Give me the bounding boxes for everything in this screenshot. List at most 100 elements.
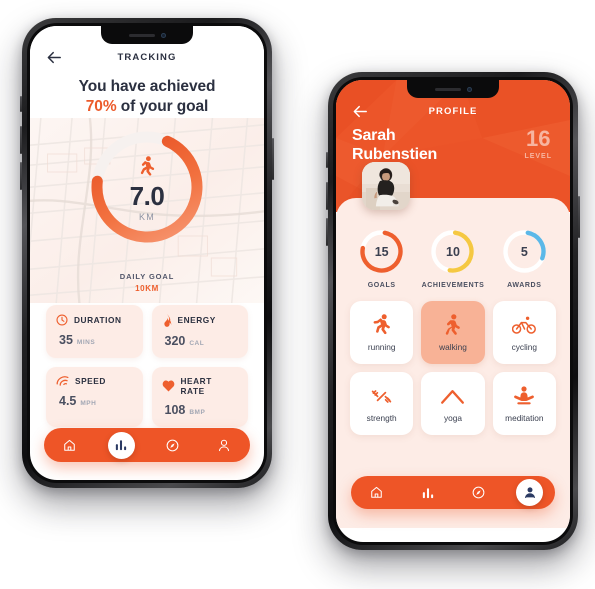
phone-bezel: PROFILE Sarah Rubenstien 16 LEVEL 15 GOA… bbox=[333, 77, 573, 545]
stat-unit: MPH bbox=[80, 399, 97, 407]
tab-profile[interactable] bbox=[516, 479, 543, 506]
activity-tile-cycling[interactable]: cycling bbox=[492, 301, 556, 364]
stat-body: 4.5 MPH bbox=[56, 394, 133, 408]
user-last-name: Rubenstien bbox=[352, 145, 438, 163]
goal-percent: 70% bbox=[85, 98, 117, 116]
activity-tile-running[interactable]: running bbox=[350, 301, 414, 364]
stat-head: SPEED bbox=[56, 376, 133, 387]
stat-body: 108 BMP bbox=[162, 403, 239, 417]
stat-label: SPEED bbox=[75, 376, 106, 387]
tab-stats[interactable] bbox=[414, 479, 441, 506]
profile-body: 15 GOALS 10 ACHIEVEMENTS 5 AWARDS runnin… bbox=[336, 162, 570, 528]
stat-body: 35 MINS bbox=[56, 333, 133, 347]
walking-person-icon bbox=[139, 156, 156, 182]
earpiece-speaker bbox=[434, 87, 461, 91]
ring-awards: 5 bbox=[501, 228, 548, 275]
running-icon bbox=[372, 313, 391, 337]
stat-card-speed[interactable]: SPEED 4.5 MPH bbox=[46, 366, 143, 427]
headline: You have achieved 70% of your goal bbox=[46, 77, 248, 118]
stat-card-energy[interactable]: ENERGY 320 CAL bbox=[151, 304, 248, 358]
stat-unit: CAL bbox=[189, 339, 205, 347]
stats-grid: DURATION 35 MINS ENERGY 320 CAL SPEED 4.… bbox=[30, 304, 264, 427]
volume-down-button[interactable] bbox=[326, 218, 328, 246]
daily-goal: DAILY GOAL 10KM bbox=[30, 272, 264, 293]
daily-goal-value: 10KM bbox=[135, 283, 159, 293]
ring-label: ACHIEVEMENTS bbox=[421, 282, 485, 289]
bottom-tabbar bbox=[351, 476, 555, 509]
device-notch bbox=[407, 80, 499, 98]
tab-stats[interactable] bbox=[107, 431, 135, 459]
power-button[interactable] bbox=[578, 196, 580, 238]
stat-value: 4.5 bbox=[59, 393, 77, 408]
activity-label: walking bbox=[439, 342, 467, 352]
tracking-screen: TRACKING You have achieved 70% of your g… bbox=[30, 26, 264, 480]
ring-label: AWARDS bbox=[507, 282, 542, 289]
mute-switch[interactable] bbox=[20, 96, 22, 112]
ring-stat-achievements[interactable]: 10 ACHIEVEMENTS bbox=[420, 228, 486, 289]
stat-head: DURATION bbox=[56, 314, 133, 326]
phone-tracking: TRACKING You have achieved 70% of your g… bbox=[20, 18, 274, 488]
ring-label: GOALS bbox=[367, 282, 396, 289]
activity-tile-yoga[interactable]: yoga bbox=[421, 372, 485, 435]
walking-icon bbox=[444, 313, 462, 337]
stat-card-heart-rate[interactable]: HEART RATE 108 BMP bbox=[151, 366, 248, 427]
avatar-image bbox=[362, 162, 410, 210]
ring-value: 15 bbox=[374, 244, 389, 259]
activity-label: yoga bbox=[443, 413, 462, 423]
ring-center: 7.0 KM bbox=[86, 126, 208, 248]
ring-stat-awards[interactable]: 5 AWARDS bbox=[491, 228, 557, 289]
stat-card-duration[interactable]: DURATION 35 MINS bbox=[46, 304, 143, 358]
nav-inner: PROFILE bbox=[352, 101, 554, 121]
ring-stat-goals[interactable]: 15 GOALS bbox=[349, 228, 415, 289]
volume-up-button[interactable] bbox=[326, 182, 328, 210]
stat-head: ENERGY bbox=[162, 314, 239, 327]
user-name: Sarah Rubenstien bbox=[336, 121, 496, 165]
strength-icon bbox=[371, 384, 392, 408]
ring-goals: 15 bbox=[358, 228, 405, 275]
ring-value: 5 bbox=[520, 244, 528, 259]
activity-label: cycling bbox=[511, 342, 537, 352]
mute-switch[interactable] bbox=[326, 152, 328, 168]
page-title: PROFILE bbox=[428, 105, 478, 117]
activity-tile-meditation[interactable]: meditation bbox=[492, 372, 556, 435]
activity-label: strength bbox=[366, 413, 397, 423]
tab-explore[interactable] bbox=[159, 432, 186, 459]
tab-home[interactable] bbox=[363, 479, 390, 506]
flame-icon bbox=[162, 314, 172, 327]
user-first-name: Sarah bbox=[352, 127, 396, 144]
speed-icon bbox=[56, 376, 69, 387]
distance-value: 7.0 bbox=[129, 180, 165, 211]
level-number: 16 bbox=[525, 126, 551, 151]
tab-explore[interactable] bbox=[465, 479, 492, 506]
stat-value: 320 bbox=[164, 333, 186, 348]
activity-label: meditation bbox=[505, 413, 544, 423]
power-button[interactable] bbox=[272, 138, 274, 180]
phone-profile: PROFILE Sarah Rubenstien 16 LEVEL 15 GOA… bbox=[326, 72, 580, 550]
front-camera bbox=[466, 86, 472, 92]
daily-goal-label: DAILY GOAL bbox=[119, 271, 175, 281]
stat-label: HEART RATE bbox=[180, 375, 212, 396]
map-background[interactable]: 7.0 KM DAILY GOAL 10KM bbox=[30, 117, 264, 303]
ring-achievements: 10 bbox=[429, 228, 476, 275]
level-badge: 16 LEVEL bbox=[524, 126, 552, 161]
meditation-icon bbox=[512, 384, 536, 408]
headline-line1: You have achieved bbox=[78, 78, 216, 95]
tab-profile[interactable] bbox=[211, 432, 238, 459]
stat-body: 320 CAL bbox=[162, 334, 239, 348]
yoga-icon bbox=[440, 384, 465, 408]
front-camera bbox=[160, 32, 166, 38]
activity-label: running bbox=[367, 342, 396, 352]
activity-tile-strength[interactable]: strength bbox=[350, 372, 414, 435]
volume-down-button[interactable] bbox=[20, 162, 22, 190]
clock-icon bbox=[56, 314, 68, 326]
distance-unit: KM bbox=[139, 211, 155, 222]
activity-tile-walking[interactable]: walking bbox=[421, 301, 485, 364]
stat-value: 35 bbox=[59, 332, 73, 347]
stats-rings-row: 15 GOALS 10 ACHIEVEMENTS 5 AWARDS bbox=[336, 198, 570, 289]
tab-home[interactable] bbox=[56, 432, 83, 459]
user-avatar-photo[interactable] bbox=[362, 162, 410, 210]
progress-ring: 7.0 KM bbox=[86, 126, 208, 248]
headline-line2: of your goal bbox=[116, 98, 209, 116]
volume-up-button[interactable] bbox=[20, 126, 22, 154]
page-title: TRACKING bbox=[117, 51, 177, 63]
